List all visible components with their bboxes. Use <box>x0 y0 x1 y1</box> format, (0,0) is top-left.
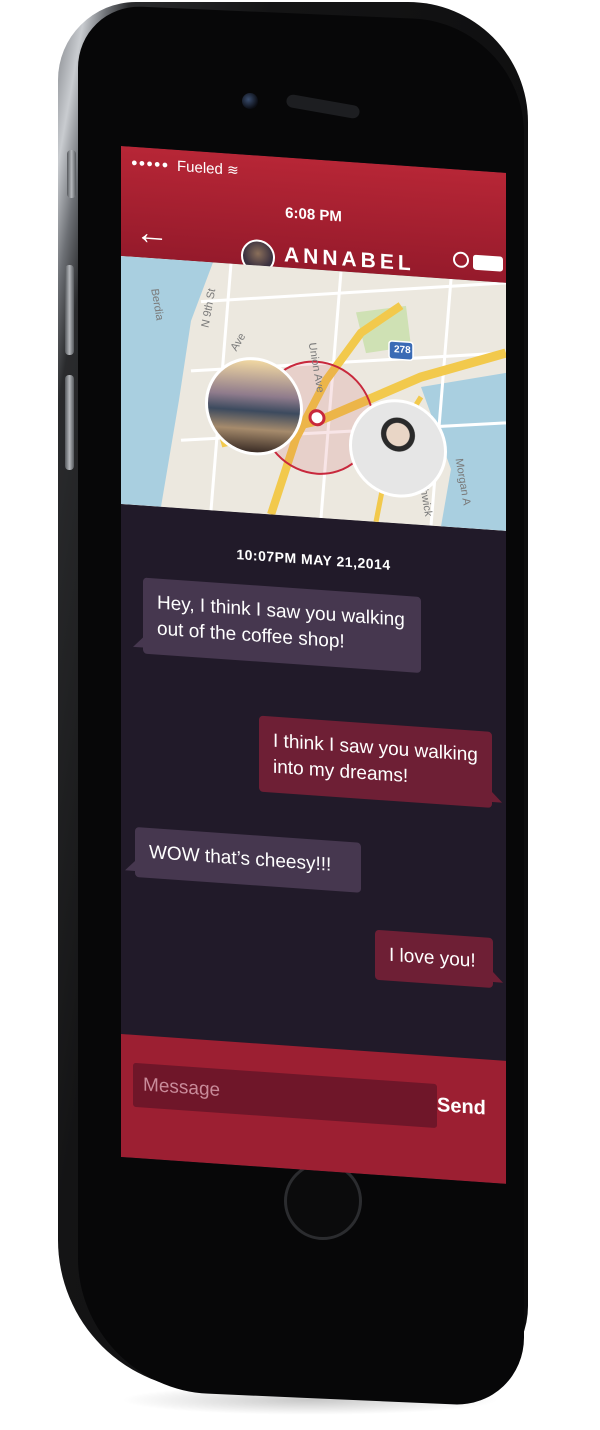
front-camera <box>242 93 258 109</box>
battery-icon <box>473 254 503 272</box>
volume-down-button <box>65 375 74 470</box>
location-map[interactable]: Union Ave Bushwick Morgan A N 9th St Ber… <box>121 256 506 531</box>
message-bubble-incoming[interactable]: Hey, I think I saw you walking out of th… <box>143 577 421 673</box>
message-bubble-outgoing[interactable]: I love you! <box>375 929 493 989</box>
highway-shield-label: 278 <box>394 344 411 357</box>
message-text: Hey, I think I saw you walking out of th… <box>157 592 405 653</box>
message-input[interactable] <box>133 1062 437 1129</box>
alarm-icon <box>453 251 469 269</box>
signal-strength-icon: ●●●●● <box>131 156 170 172</box>
message-bubble-outgoing[interactable]: I think I saw you walking into my dreams… <box>259 715 492 808</box>
mute-switch <box>67 150 76 198</box>
carrier-name: Fueled <box>177 157 223 179</box>
chat-timestamp: 10:07PM MAY 21,2014 <box>236 546 391 573</box>
volume-up-button <box>65 265 74 355</box>
home-button[interactable] <box>284 1162 362 1240</box>
send-button[interactable]: Send <box>437 1094 486 1120</box>
message-text: WOW that’s cheesy!!! <box>149 841 332 876</box>
status-time: 6:08 PM <box>285 204 342 226</box>
message-text: I love you! <box>389 944 476 972</box>
wifi-icon: ≋ <box>227 161 239 179</box>
arrow-left-icon[interactable]: ← <box>135 213 177 253</box>
map-graphic <box>121 256 506 531</box>
phone-screen: ●●●●● Fueled ≋ 6:08 PM ← ANNABEL Union A… <box>121 146 506 1184</box>
message-text: I think I saw you walking into my dreams… <box>273 730 478 788</box>
message-bubble-incoming[interactable]: WOW that’s cheesy!!! <box>135 826 361 893</box>
